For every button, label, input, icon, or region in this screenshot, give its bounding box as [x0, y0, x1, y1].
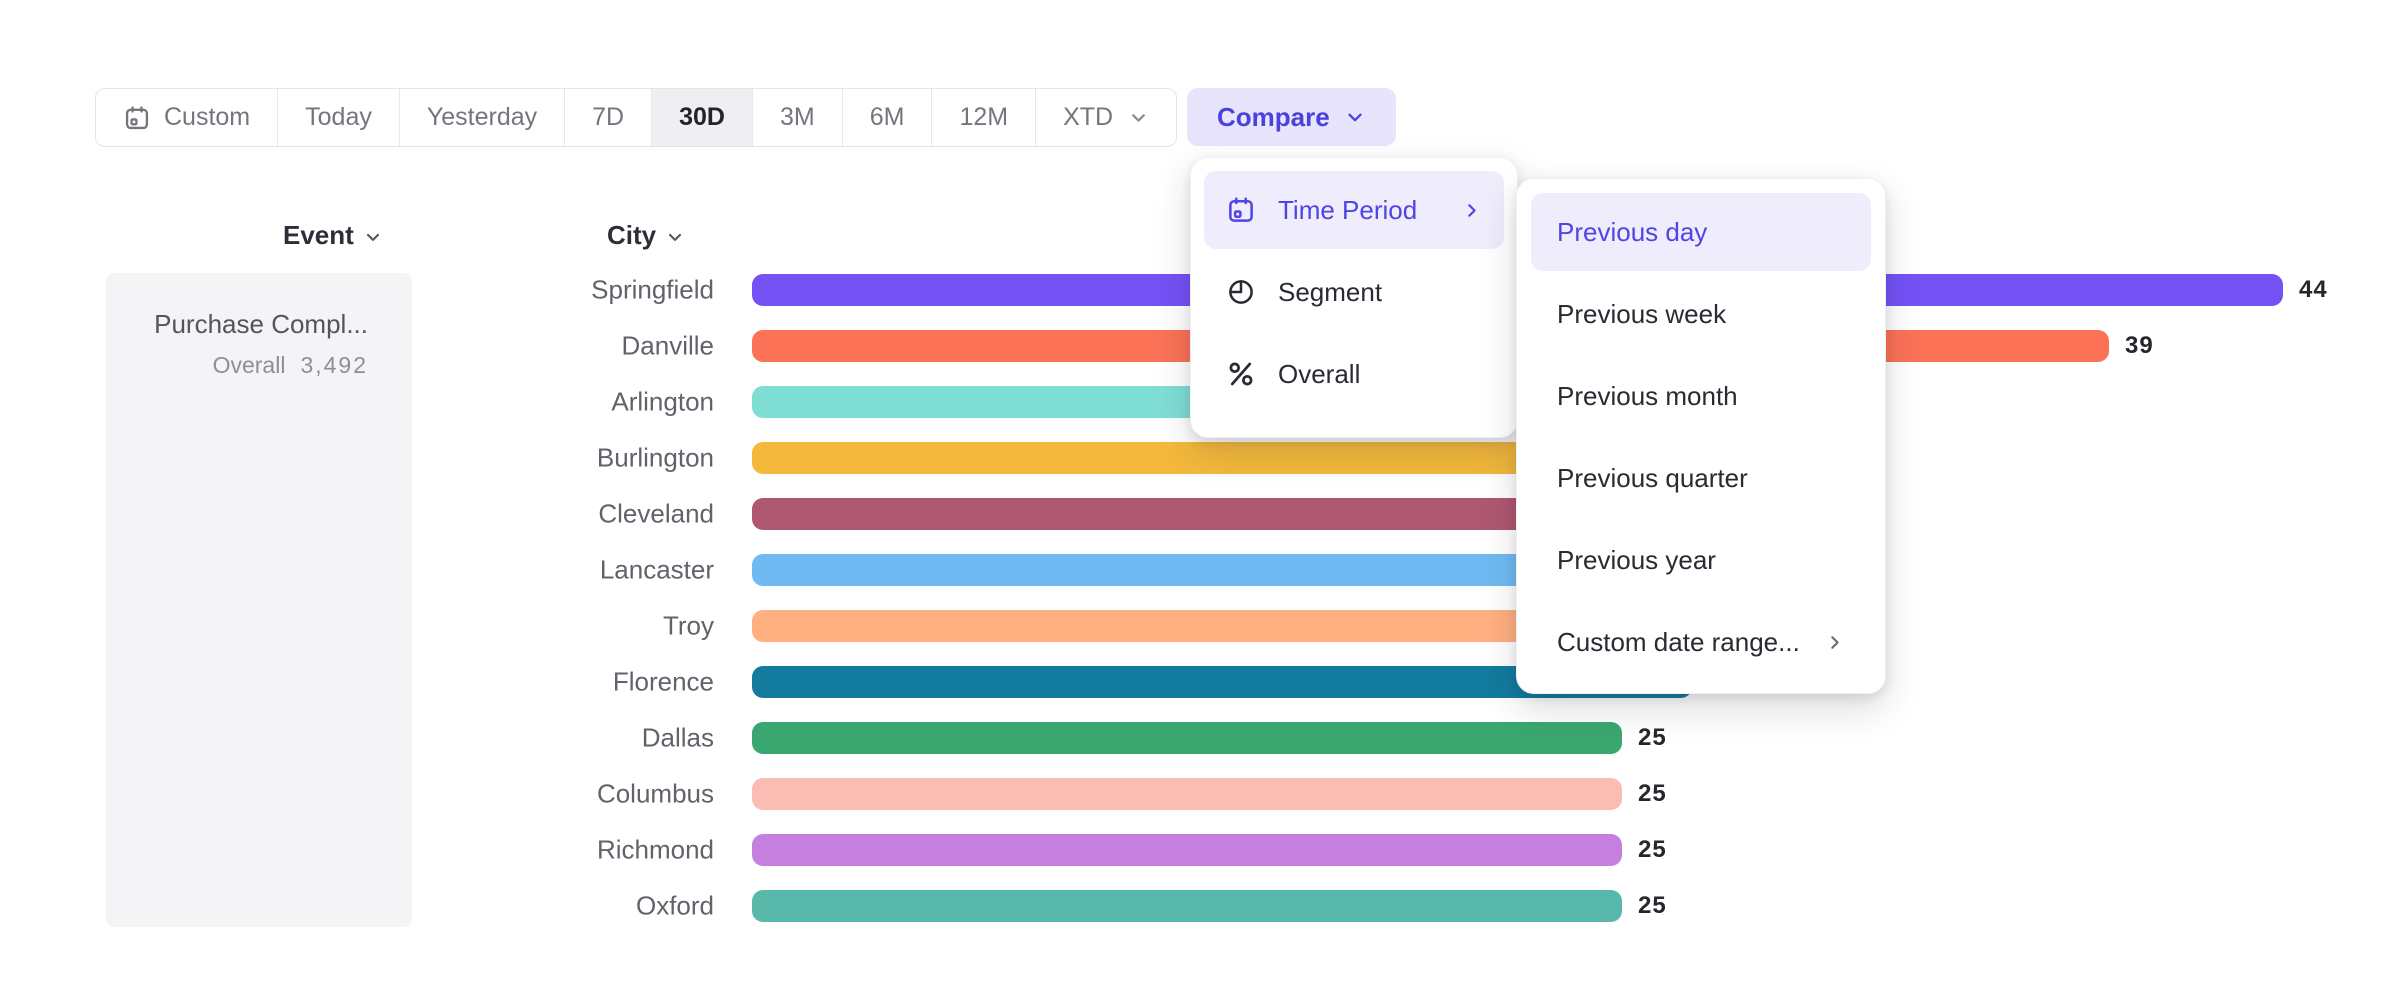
chart-row: Burlington [0, 442, 2394, 474]
bar-value-label: 25 [1638, 780, 1667, 808]
chart-row: Columbus 25 [0, 778, 2394, 810]
compare-menu: Time Period Segment Overall [1190, 157, 1518, 438]
bar-category-label: Lancaster [600, 555, 714, 586]
bar-value-label: 25 [1638, 836, 1667, 864]
menu-item-label: Previous quarter [1557, 463, 1845, 494]
bar-oxford[interactable] [752, 890, 1622, 922]
bar-category-label: Burlington [597, 443, 714, 474]
time-period-submenu: Previous day Previous week Previous month P… [1516, 178, 1886, 694]
bar-columbus[interactable] [752, 778, 1622, 810]
bar-category-label: Cleveland [598, 499, 714, 530]
menu-item-label: Previous month [1557, 381, 1845, 412]
menu-item-label: Previous day [1557, 217, 1845, 248]
bar-category-label: Dallas [642, 723, 714, 754]
menu-item-label: Segment [1278, 277, 1482, 308]
chart-row: Richmond 25 [0, 834, 2394, 866]
chart-row: Florence [0, 666, 2394, 698]
analytics-report-screen: CustomTodayYesterday7D30D3M6M12MXTD Comp… [0, 0, 2394, 1004]
compare-menu-item-time-period[interactable]: Time Period [1204, 171, 1504, 249]
calendar-icon [1226, 195, 1256, 225]
bar-dallas[interactable] [752, 722, 1622, 754]
bar-richmond[interactable] [752, 834, 1622, 866]
submenu-item-previous-quarter[interactable]: Previous quarter [1531, 439, 1871, 517]
menu-item-label: Overall [1278, 359, 1482, 390]
chart-row: Dallas 25 [0, 722, 2394, 754]
chart-row: Lancaster [0, 554, 2394, 586]
submenu-item-previous-year[interactable]: Previous year [1531, 521, 1871, 599]
chart-row: Troy [0, 610, 2394, 642]
bar-category-label: Columbus [597, 779, 714, 810]
submenu-item-custom-date-range[interactable]: Custom date range... [1531, 603, 1871, 681]
submenu-item-previous-week[interactable]: Previous week [1531, 275, 1871, 353]
compare-menu-item-segment[interactable]: Segment [1204, 253, 1504, 331]
bar-value-label: 25 [1638, 724, 1667, 752]
segment-icon [1226, 277, 1256, 307]
menu-item-label: Custom date range... [1557, 627, 1802, 658]
bar-category-label: Richmond [597, 835, 714, 866]
chevron-right-icon [1824, 632, 1845, 653]
bar-chart: Springfield 44 Danville 39 Arlington Burlingt… [0, 0, 2394, 1004]
menu-item-label: Previous week [1557, 299, 1845, 330]
chart-row: Cleveland [0, 498, 2394, 530]
bar-category-label: Troy [663, 611, 714, 642]
bar-value-label: 25 [1638, 892, 1667, 920]
menu-item-label: Time Period [1278, 195, 1439, 226]
bar-category-label: Danville [622, 331, 715, 362]
bar-category-label: Arlington [611, 387, 714, 418]
bar-value-label: 39 [2125, 332, 2154, 360]
menu-item-label: Previous year [1557, 545, 1845, 576]
percent-icon [1226, 359, 1256, 389]
bar-category-label: Florence [613, 667, 714, 698]
bar-category-label: Springfield [591, 275, 714, 306]
bar-value-label: 44 [2299, 276, 2328, 304]
submenu-item-previous-month[interactable]: Previous month [1531, 357, 1871, 435]
chevron-right-icon [1461, 200, 1482, 221]
chart-row: Oxford 25 [0, 890, 2394, 922]
bar-category-label: Oxford [636, 891, 714, 922]
compare-menu-item-overall[interactable]: Overall [1204, 335, 1504, 413]
submenu-item-previous-day[interactable]: Previous day [1531, 193, 1871, 271]
